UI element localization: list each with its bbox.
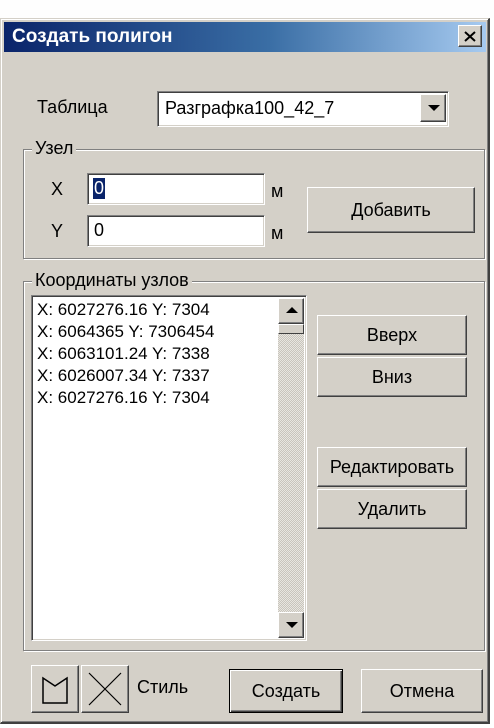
y-unit: м [271,223,284,243]
coords-listbox[interactable]: X: 6027276.16 Y: 7304 X: 6064365 Y: 7306… [31,295,307,641]
background-top [0,0,494,18]
table-selected-value: Разграфка100_42_7 [165,98,335,118]
list-item[interactable]: X: 6026007.34 Y: 7337 [35,365,273,387]
chevron-up-icon [286,307,298,313]
list-item[interactable]: X: 6064365 Y: 7306454 [35,321,273,343]
x-input-value: 0 [93,178,106,199]
polygon-icon [42,676,68,704]
x-input[interactable]: 0 [87,173,265,205]
move-down-button[interactable]: Вниз [317,357,467,397]
scroll-down-button[interactable] [278,612,304,638]
create-button[interactable]: Создать [229,669,343,713]
coords-group-title: Координаты узлов [32,270,192,291]
cancel-button[interactable]: Отмена [361,669,483,713]
y-input[interactable]: 0 [87,215,265,247]
y-label: Y [51,221,64,241]
close-icon [464,30,476,42]
move-up-button[interactable]: Вверх [317,315,467,355]
edit-button[interactable]: Редактировать [317,447,467,487]
x-unit: м [271,181,284,201]
cross-icon [88,672,122,706]
cross-style-button[interactable] [81,665,129,713]
list-item[interactable]: X: 6063101.24 Y: 7338 [35,343,273,365]
x-label: X [51,179,64,199]
scroll-thumb[interactable] [278,324,304,334]
create-polygon-dialog: Создать полигон Таблица Разграфка100_42_… [0,18,490,724]
chevron-down-icon [428,105,440,111]
chevron-down-icon [286,622,298,628]
title-bar[interactable]: Создать полигон [4,22,486,52]
scroll-up-button[interactable] [278,298,304,324]
close-button[interactable] [458,25,482,47]
table-combobox[interactable]: Разграфка100_42_7 [157,91,449,127]
style-label: Стиль [137,677,189,697]
vertical-scrollbar[interactable] [278,298,304,638]
list-item[interactable]: X: 6027276.16 Y: 7304 [35,299,273,321]
y-input-value: 0 [94,220,105,240]
polygon-style-button[interactable] [31,665,79,713]
table-label: Таблица [37,97,108,117]
add-button[interactable]: Добавить [307,187,475,233]
coords-list: X: 6027276.16 Y: 7304 X: 6064365 Y: 7306… [35,299,273,409]
node-group-title: Узел [32,138,77,159]
delete-button[interactable]: Удалить [317,489,467,529]
table-combobox-arrow[interactable] [420,94,446,122]
list-item[interactable]: X: 6027276.16 Y: 7304 [35,387,273,409]
window-title: Создать полигон [12,26,173,47]
